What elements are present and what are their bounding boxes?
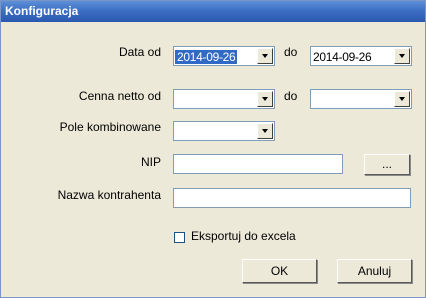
chevron-down-icon bbox=[262, 129, 268, 133]
nip-label: NIP bbox=[140, 155, 161, 169]
chevron-down-icon bbox=[399, 54, 405, 58]
contractor-input[interactable] bbox=[173, 188, 411, 208]
date-to-value: 2014-09-26 bbox=[313, 50, 372, 64]
date-from-label: Data od bbox=[118, 45, 161, 59]
nip-input[interactable] bbox=[173, 154, 343, 174]
combo-field-label: Pole kombinowane bbox=[59, 120, 161, 134]
price-to-dropdown-button[interactable] bbox=[394, 91, 410, 107]
ok-button[interactable]: OK bbox=[242, 259, 317, 283]
contractor-label: Nazwa kontrahenta bbox=[57, 188, 161, 202]
date-from-combo[interactable]: 2014-09-26 bbox=[173, 46, 275, 66]
browse-button-label: ... bbox=[381, 157, 392, 171]
chevron-down-icon bbox=[399, 97, 405, 101]
ok-button-label: OK bbox=[270, 264, 289, 278]
combo-field-dropdown-button[interactable] bbox=[257, 123, 273, 139]
date-to-dropdown-button[interactable] bbox=[394, 48, 410, 64]
price-to-combo[interactable] bbox=[310, 89, 412, 109]
date-from-value: 2014-09-26 bbox=[175, 50, 238, 64]
chevron-down-icon bbox=[262, 97, 268, 101]
title-bar[interactable]: Konfiguracja bbox=[1, 1, 425, 22]
price-to-label: do bbox=[284, 89, 298, 103]
window-title: Konfiguracja bbox=[5, 4, 79, 18]
export-checkbox[interactable] bbox=[174, 232, 185, 243]
combo-field[interactable] bbox=[173, 121, 275, 141]
export-label[interactable]: Eksportuj do excela bbox=[191, 229, 296, 243]
date-to-label: do bbox=[284, 45, 298, 59]
price-from-label: Cenna netto od bbox=[78, 89, 161, 103]
cancel-button[interactable]: Anuluj bbox=[337, 259, 412, 283]
config-dialog: Konfiguracja Data od 2014-09-26 do 2014-… bbox=[0, 0, 426, 298]
browse-button[interactable]: ... bbox=[364, 154, 410, 175]
price-from-combo[interactable] bbox=[173, 89, 275, 109]
cancel-button-label: Anuluj bbox=[357, 264, 392, 278]
date-to-combo[interactable]: 2014-09-26 bbox=[310, 46, 412, 66]
date-from-dropdown-button[interactable] bbox=[257, 48, 273, 64]
price-from-dropdown-button[interactable] bbox=[257, 91, 273, 107]
chevron-down-icon bbox=[262, 54, 268, 58]
